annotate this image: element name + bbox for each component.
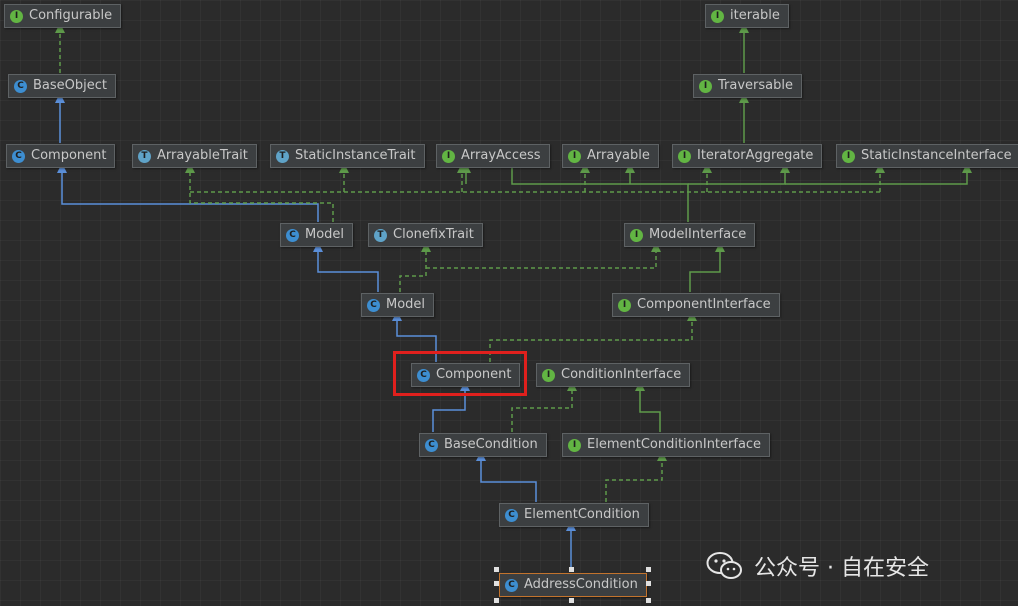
selection-handle[interactable] xyxy=(494,581,499,586)
edge-elementcondition-elementconditioninterface xyxy=(605,451,667,502)
selection-handle[interactable] xyxy=(494,567,499,572)
selection-handle[interactable] xyxy=(569,598,574,603)
node-model-abstract[interactable]: C Model xyxy=(361,293,435,317)
edge-modelabs-model xyxy=(313,242,379,292)
node-label: ArrayableTrait xyxy=(157,148,248,163)
edge-modelinterface-staticii xyxy=(785,163,972,185)
node-label: Component xyxy=(31,148,107,163)
selection-handle[interactable] xyxy=(646,598,651,603)
interface-icon: I xyxy=(618,298,631,312)
node-iteratoraggregate[interactable]: I IteratorAggregate xyxy=(672,144,823,168)
node-label: ComponentInterface xyxy=(637,297,771,312)
node-label: ClonefixTrait xyxy=(393,227,474,242)
watermark-text: 公众号 · 自在安全 xyxy=(754,556,929,581)
selection-handle[interactable] xyxy=(569,567,574,572)
node-model-base[interactable]: C Model xyxy=(280,223,354,247)
edge-modelabs-modelinterface xyxy=(426,242,661,269)
interface-icon: I xyxy=(568,149,581,163)
class-icon: C xyxy=(505,578,518,592)
watermark: 公众号 · 自在安全 xyxy=(706,549,929,583)
edge-model-arrayabletrait xyxy=(185,163,334,222)
node-baseobject[interactable]: C BaseObject xyxy=(8,74,116,98)
class-icon: C xyxy=(12,149,25,163)
node-modelinterface[interactable]: I ModelInterface xyxy=(624,223,756,247)
node-basecondition[interactable]: C BaseCondition xyxy=(419,433,547,457)
edge-elementconditioninterface-conditioninterface xyxy=(635,381,661,432)
interface-icon: I xyxy=(442,149,455,163)
node-arrayaccess[interactable]: I ArrayAccess xyxy=(436,144,550,168)
node-label: BaseCondition xyxy=(444,437,538,452)
node-label: BaseObject xyxy=(33,78,107,93)
node-label: ElementConditionInterface xyxy=(587,437,762,452)
node-label: IteratorAggregate xyxy=(697,148,814,163)
node-label: ConditionInterface xyxy=(561,367,682,382)
node-label: ElementCondition xyxy=(524,507,640,522)
node-iterable[interactable]: I iterable xyxy=(705,4,789,28)
abstract-class-icon: C xyxy=(367,298,380,312)
node-traversable[interactable]: I Traversable xyxy=(693,74,802,98)
class-icon: C xyxy=(14,79,27,93)
node-component-top[interactable]: C Component xyxy=(6,144,116,168)
interface-icon: I xyxy=(10,9,23,23)
class-icon: C xyxy=(286,228,299,242)
node-staticinstancetrait[interactable]: T StaticInstanceTrait xyxy=(270,144,425,168)
node-label: StaticInstanceTrait xyxy=(295,148,416,163)
node-label: ArrayAccess xyxy=(461,148,541,163)
trait-icon: T xyxy=(374,228,387,242)
edge-modelabs-clonefix xyxy=(399,242,431,292)
node-conditioninterface[interactable]: I ConditionInterface xyxy=(536,363,691,387)
edge-modelinterface-iteragg2 xyxy=(688,163,790,185)
node-label: Model xyxy=(305,227,345,242)
node-addresscondition[interactable]: C AddressCondition xyxy=(499,573,647,597)
selection-handle[interactable] xyxy=(494,598,499,603)
node-label: Traversable xyxy=(718,78,793,93)
highlight-box xyxy=(393,351,527,396)
trait-icon: T xyxy=(276,149,289,163)
trait-icon: T xyxy=(138,149,151,163)
edge-modelinterface-parents xyxy=(511,168,689,222)
node-clonefixtrait[interactable]: T ClonefixTrait xyxy=(368,223,483,247)
selection-handle[interactable] xyxy=(646,581,651,586)
node-label: Arrayable xyxy=(587,148,650,163)
node-staticinstanceinterface[interactable]: I StaticInstanceInterface xyxy=(836,144,1018,168)
interface-icon: I xyxy=(711,9,724,23)
node-label: iterable xyxy=(730,8,780,23)
node-configurable[interactable]: I Configurable xyxy=(4,4,122,28)
abstract-class-icon: C xyxy=(425,438,438,452)
edge-elementcondition-basecondition xyxy=(476,451,537,502)
class-icon: C xyxy=(505,508,518,522)
interface-icon: I xyxy=(678,149,691,163)
interface-icon: I xyxy=(568,438,581,452)
node-label: Model xyxy=(386,297,426,312)
selection-handle[interactable] xyxy=(646,567,651,572)
node-arrayable[interactable]: I Arrayable xyxy=(562,144,659,168)
node-elementconditioninterface[interactable]: I ElementConditionInterface xyxy=(562,433,771,457)
node-label: Configurable xyxy=(29,8,113,23)
node-arrayabletrait[interactable]: T ArrayableTrait xyxy=(132,144,257,168)
wechat-icon xyxy=(706,552,742,579)
edge-componentinterface-modelinterface xyxy=(689,242,725,292)
node-componentinterface[interactable]: I ComponentInterface xyxy=(612,293,780,317)
node-elementcondition[interactable]: C ElementCondition xyxy=(499,503,649,527)
interface-icon: I xyxy=(630,228,643,242)
node-label: AddressCondition xyxy=(524,577,638,592)
interface-icon: I xyxy=(542,368,555,382)
interface-icon: I xyxy=(699,79,712,93)
node-label: StaticInstanceInterface xyxy=(861,148,1012,163)
node-label: ModelInterface xyxy=(649,227,747,242)
interface-icon: I xyxy=(842,149,855,163)
